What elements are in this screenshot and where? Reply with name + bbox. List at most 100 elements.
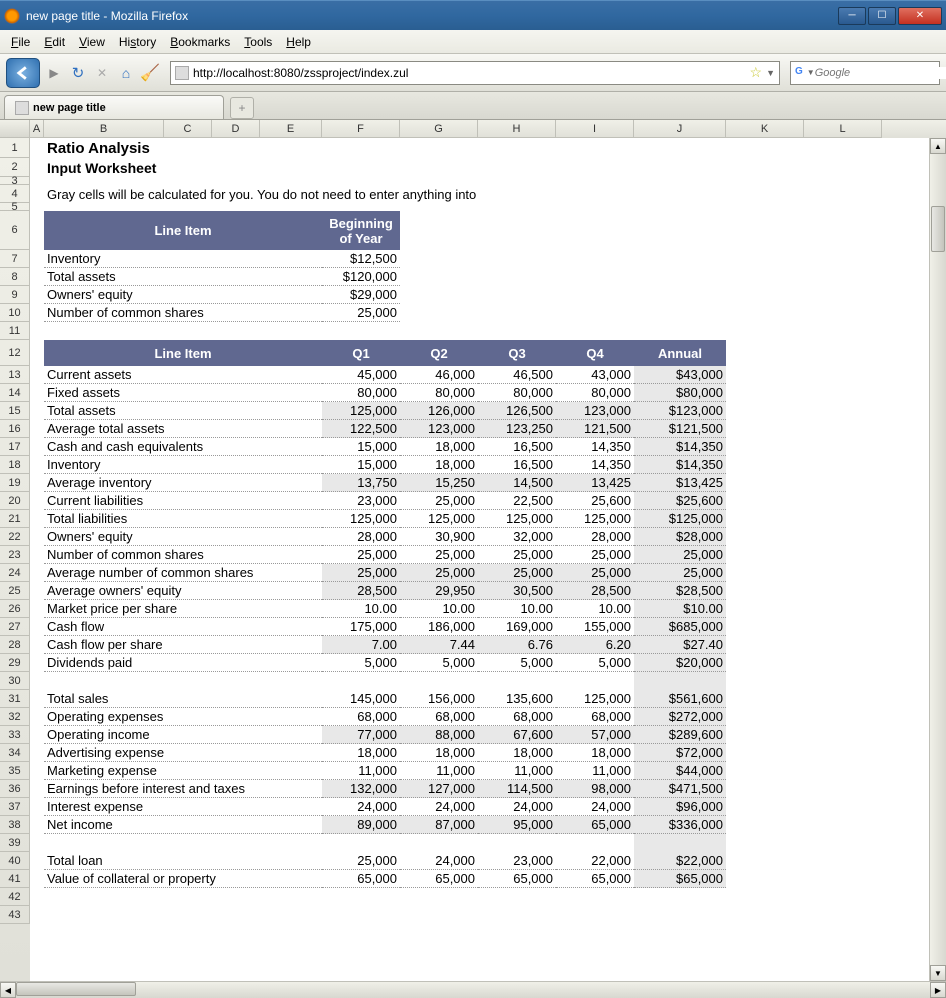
row-header-25[interactable]: 25	[0, 582, 30, 600]
row-header-8[interactable]: 8	[0, 268, 30, 286]
row-header-34[interactable]: 34	[0, 744, 30, 762]
row-header-29[interactable]: 29	[0, 654, 30, 672]
data-q1[interactable]: 24,000	[322, 798, 400, 816]
sheet-subtitle[interactable]: Input Worksheet	[44, 158, 400, 177]
data-annual[interactable]: $27.40	[634, 636, 726, 654]
hscroll-thumb[interactable]	[16, 982, 136, 996]
data-q3[interactable]: 16,500	[478, 456, 556, 474]
data-q2[interactable]: 18,000	[400, 438, 478, 456]
data-q4[interactable]: 14,350	[556, 438, 634, 456]
data-q1[interactable]: 25,000	[322, 564, 400, 582]
row-header-40[interactable]: 40	[0, 852, 30, 870]
data-q4[interactable]: 24,000	[556, 798, 634, 816]
data-q1[interactable]: 89,000	[322, 816, 400, 834]
header-boy[interactable]: Beginningof Year	[322, 211, 400, 250]
close-button[interactable]: ✕	[898, 7, 942, 25]
data-q4[interactable]: 28,000	[556, 528, 634, 546]
data-q2[interactable]: 15,250	[400, 474, 478, 492]
data-q4[interactable]: 25,000	[556, 564, 634, 582]
row-header-7[interactable]: 7	[0, 250, 30, 268]
home-button[interactable]: ⌂	[116, 63, 136, 83]
sheet-title[interactable]: Ratio Analysis	[44, 138, 400, 158]
data-annual[interactable]: $25,600	[634, 492, 726, 510]
row-header-17[interactable]: 17	[0, 438, 30, 456]
row-header-22[interactable]: 22	[0, 528, 30, 546]
data-annual[interactable]: $65,000	[634, 870, 726, 888]
data-q3[interactable]: 68,000	[478, 708, 556, 726]
begin-label[interactable]: Inventory	[44, 250, 322, 268]
search-dropdown-icon[interactable]: ▼	[807, 68, 815, 77]
reload-button[interactable]: ↻	[68, 63, 88, 83]
data-q3[interactable]: 46,500	[478, 366, 556, 384]
menu-view[interactable]: View	[72, 33, 112, 51]
url-bar[interactable]: ☆ ▼	[170, 61, 780, 85]
col-header-H[interactable]: H	[478, 120, 556, 138]
data-q2[interactable]: 65,000	[400, 870, 478, 888]
data-annual[interactable]: $121,500	[634, 420, 726, 438]
row-header-15[interactable]: 15	[0, 402, 30, 420]
data-q1[interactable]: 18,000	[322, 744, 400, 762]
data-q3[interactable]: 32,000	[478, 528, 556, 546]
begin-label[interactable]: Number of common shares	[44, 304, 322, 322]
data-q4[interactable]: 121,500	[556, 420, 634, 438]
data-q3[interactable]: 65,000	[478, 870, 556, 888]
data-q2[interactable]: 11,000	[400, 762, 478, 780]
vertical-scrollbar[interactable]: ▲ ▼	[929, 138, 946, 981]
data-annual[interactable]: $22,000	[634, 852, 726, 870]
data-annual[interactable]: $44,000	[634, 762, 726, 780]
row-header-41[interactable]: 41	[0, 870, 30, 888]
data-q1[interactable]: 65,000	[322, 870, 400, 888]
col-header-K[interactable]: K	[726, 120, 804, 138]
data-q4[interactable]: 11,000	[556, 762, 634, 780]
row-header-19[interactable]: 19	[0, 474, 30, 492]
header2-q1[interactable]: Q1	[322, 340, 400, 366]
data-q2[interactable]: 7.44	[400, 636, 478, 654]
scroll-up-button[interactable]: ▲	[930, 138, 946, 154]
row-header-30[interactable]: 30	[0, 672, 30, 690]
data-q2[interactable]: 126,000	[400, 402, 478, 420]
data-label[interactable]: Operating income	[44, 726, 322, 744]
data-label[interactable]: Advertising expense	[44, 744, 322, 762]
stop-button[interactable]: ✕	[92, 63, 112, 83]
data-q3[interactable]: 23,000	[478, 852, 556, 870]
data-annual[interactable]: $28,500	[634, 582, 726, 600]
blank-annual[interactable]	[634, 834, 726, 852]
data-q1[interactable]: 80,000	[322, 384, 400, 402]
data-q4[interactable]: 6.20	[556, 636, 634, 654]
col-header-L[interactable]: L	[804, 120, 882, 138]
data-q1[interactable]: 132,000	[322, 780, 400, 798]
grid[interactable]: Ratio AnalysisInput WorksheetGray cells …	[30, 138, 929, 981]
menu-bookmarks[interactable]: Bookmarks	[163, 33, 237, 51]
data-q2[interactable]: 68,000	[400, 708, 478, 726]
menu-tools[interactable]: Tools	[237, 33, 279, 51]
data-label[interactable]: Current assets	[44, 366, 322, 384]
data-q1[interactable]: 28,000	[322, 528, 400, 546]
data-annual[interactable]: $336,000	[634, 816, 726, 834]
data-q4[interactable]: 22,000	[556, 852, 634, 870]
data-q4[interactable]: 10.00	[556, 600, 634, 618]
data-label[interactable]: Owners' equity	[44, 528, 322, 546]
data-q2[interactable]: 123,000	[400, 420, 478, 438]
row-header-26[interactable]: 26	[0, 600, 30, 618]
data-q3[interactable]: 14,500	[478, 474, 556, 492]
data-q2[interactable]: 10.00	[400, 600, 478, 618]
data-label[interactable]: Net income	[44, 816, 322, 834]
row-header-14[interactable]: 14	[0, 384, 30, 402]
header-lineitem[interactable]: Line Item	[44, 211, 322, 250]
data-label[interactable]: Dividends paid	[44, 654, 322, 672]
data-q1[interactable]: 13,750	[322, 474, 400, 492]
data-q3[interactable]: 80,000	[478, 384, 556, 402]
menu-file[interactable]: File	[4, 33, 37, 51]
data-q3[interactable]: 30,500	[478, 582, 556, 600]
col-header-I[interactable]: I	[556, 120, 634, 138]
menu-edit[interactable]: Edit	[37, 33, 72, 51]
data-label[interactable]: Value of collateral or property	[44, 870, 322, 888]
data-q1[interactable]: 125,000	[322, 402, 400, 420]
data-label[interactable]: Total liabilities	[44, 510, 322, 528]
col-header-A[interactable]: A	[30, 120, 44, 138]
data-annual[interactable]: 25,000	[634, 564, 726, 582]
data-annual[interactable]: $561,600	[634, 690, 726, 708]
data-q1[interactable]: 7.00	[322, 636, 400, 654]
data-q1[interactable]: 68,000	[322, 708, 400, 726]
data-annual[interactable]: $14,350	[634, 456, 726, 474]
